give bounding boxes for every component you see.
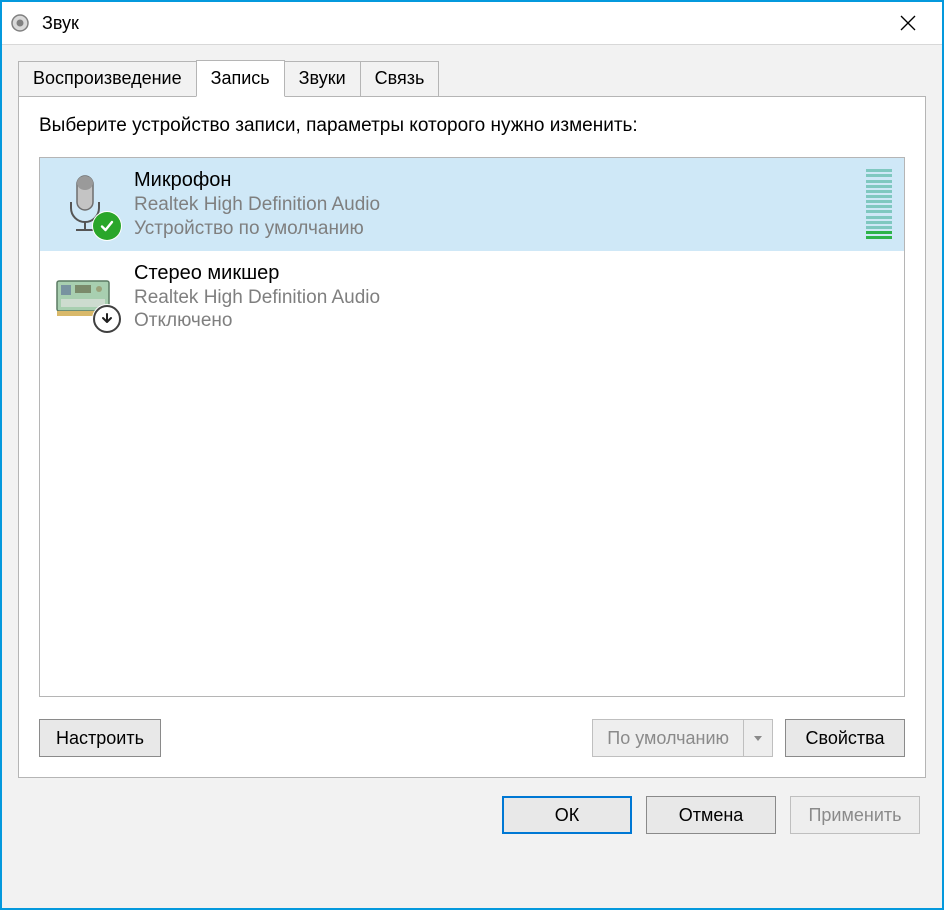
cancel-button[interactable]: Отмена: [646, 796, 776, 834]
set-default-split-button: По умолчанию: [592, 719, 773, 757]
device-status: Отключено: [134, 309, 892, 333]
device-item[interactable]: Микрофон Realtek High Definition Audio У…: [40, 158, 904, 251]
set-default-dropdown[interactable]: [743, 719, 773, 757]
check-icon: [93, 212, 121, 240]
device-name: Микрофон: [134, 168, 852, 193]
ok-button[interactable]: ОК: [502, 796, 632, 834]
microphone-icon: [50, 169, 120, 239]
device-status: Устройство по умолчанию: [134, 217, 852, 241]
down-arrow-icon: [93, 305, 121, 333]
default-badge: [92, 211, 122, 241]
window-title: Звук: [42, 13, 79, 34]
instruction-text: Выберите устройство записи, параметры ко…: [39, 115, 905, 137]
soundcard-icon: [50, 262, 120, 332]
device-list[interactable]: Микрофон Realtek High Definition Audio У…: [39, 157, 905, 697]
tab-playback[interactable]: Воспроизведение: [18, 61, 197, 96]
sound-dialog: Звук Воспроизведение Запись Звуки Связь …: [0, 0, 944, 910]
set-default-button[interactable]: По умолчанию: [592, 719, 743, 757]
tab-container: Воспроизведение Запись Звуки Связь Выбер…: [18, 59, 926, 778]
device-name: Стерео микшер: [134, 261, 892, 286]
tab-strip: Воспроизведение Запись Звуки Связь: [18, 59, 926, 96]
device-driver: Realtek High Definition Audio: [134, 193, 852, 217]
apply-button[interactable]: Применить: [790, 796, 920, 834]
sound-icon: [8, 11, 32, 35]
client-area: Воспроизведение Запись Звуки Связь Выбер…: [2, 44, 942, 908]
tab-communications[interactable]: Связь: [360, 61, 440, 96]
configure-button[interactable]: Настроить: [39, 719, 161, 757]
tab-recording[interactable]: Запись: [196, 60, 285, 97]
disabled-badge: [92, 304, 122, 334]
close-button[interactable]: [880, 2, 936, 44]
tab-sounds[interactable]: Звуки: [284, 61, 361, 96]
panel-button-row: Настроить По умолчанию Свойства: [39, 719, 905, 757]
device-item[interactable]: Стерео микшер Realtek High Definition Au…: [40, 251, 904, 344]
level-meter: [866, 169, 892, 239]
dialog-button-row: ОК Отмена Применить: [2, 778, 942, 856]
device-driver: Realtek High Definition Audio: [134, 286, 892, 310]
chevron-down-icon: [753, 733, 763, 743]
titlebar[interactable]: Звук: [2, 2, 942, 44]
properties-button[interactable]: Свойства: [785, 719, 905, 757]
tab-panel-recording: Выберите устройство записи, параметры ко…: [18, 96, 926, 778]
